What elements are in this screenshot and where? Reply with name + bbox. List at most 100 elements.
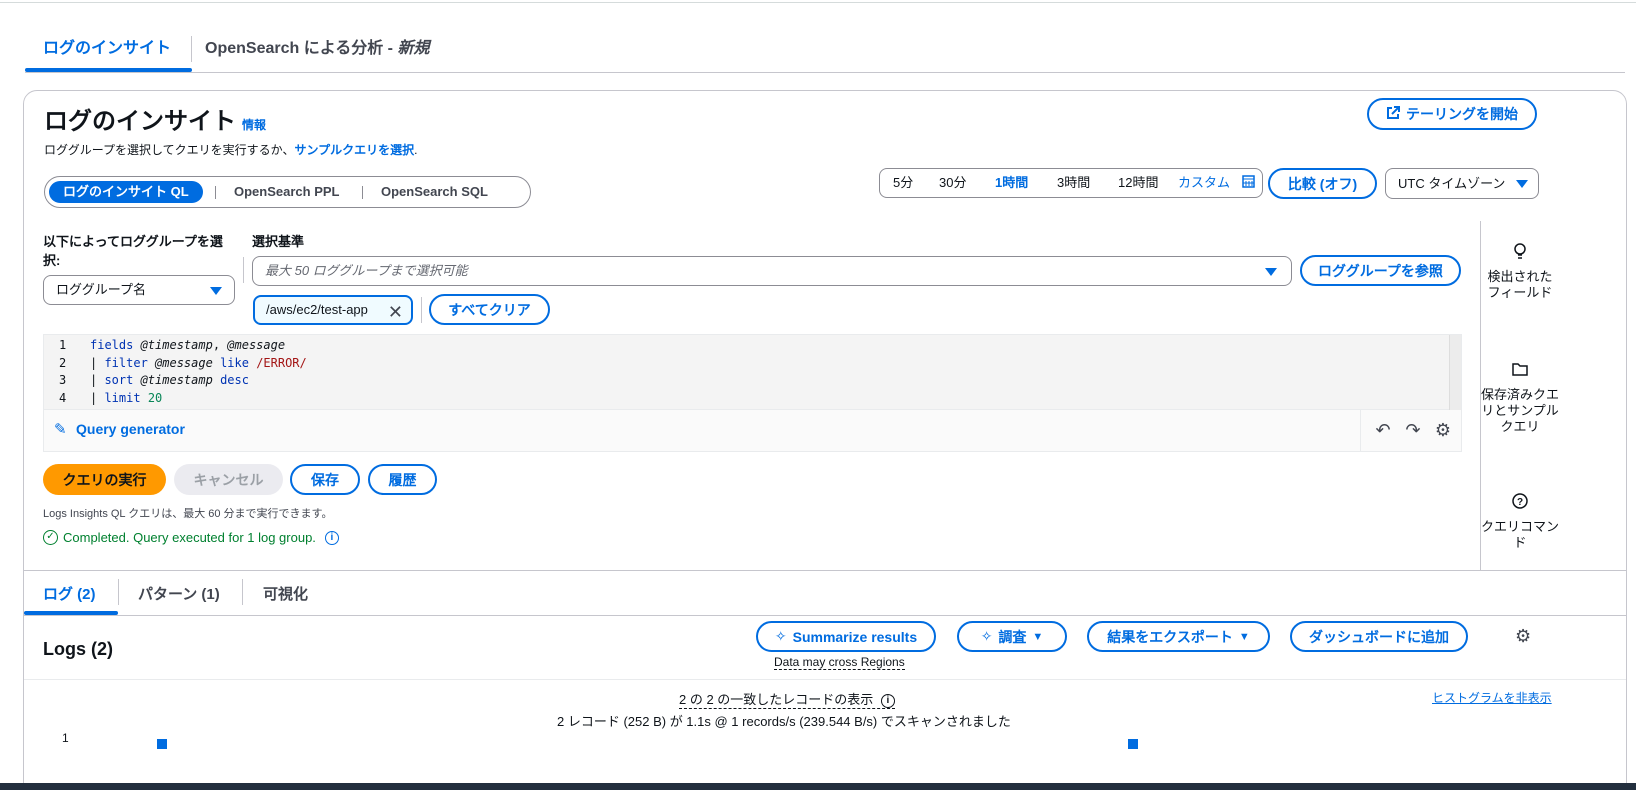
logs-insights-panel: ログのインサイト 情報 ロググループを選択してクエリを実行するか、サンプルクエリ… bbox=[23, 90, 1627, 790]
chevron-down-icon bbox=[1265, 268, 1277, 276]
browse-log-groups-button[interactable]: ロググループを参照 bbox=[1300, 255, 1461, 286]
subtitle-text: ロググループを選択してクエリを実行するか、 bbox=[44, 143, 295, 157]
select-by-dropdown[interactable]: ロググループ名 bbox=[43, 275, 235, 305]
summarize-label: Summarize results bbox=[792, 628, 918, 645]
time-option-1h[interactable]: 1時間 bbox=[995, 169, 1028, 197]
segment-opensearch-sql[interactable]: OpenSearch SQL bbox=[367, 181, 502, 203]
divider bbox=[421, 297, 422, 323]
query-generator-label: Query generator bbox=[76, 421, 185, 437]
caret-down-icon: ▼ bbox=[1032, 630, 1044, 643]
active-tab-indicator bbox=[25, 68, 192, 72]
histogram-bar[interactable] bbox=[157, 739, 167, 749]
start-tailing-button[interactable]: テーリングを開始 bbox=[1367, 98, 1537, 130]
save-button[interactable]: 保存 bbox=[290, 464, 360, 495]
status-message: ✓ Completed. Query executed for 1 log gr… bbox=[43, 530, 339, 545]
chevron-down-icon bbox=[1516, 180, 1528, 188]
log-group-criteria-input[interactable]: 最大 50 ロググループまで選択可能 bbox=[252, 256, 1292, 286]
time-option-custom[interactable]: カスタム bbox=[1178, 169, 1255, 198]
tab-opensearch-analysis[interactable]: OpenSearch による分析 - 新規 bbox=[205, 34, 429, 72]
query-generator-button[interactable]: ✎ Query generator bbox=[54, 421, 185, 438]
settings-icon[interactable]: ⚙ bbox=[1515, 626, 1531, 647]
add-to-dashboard-button[interactable]: ダッシュボードに追加 bbox=[1290, 621, 1468, 652]
log-group-token: /aws/ec2/test-app ✕ bbox=[253, 295, 413, 325]
scanned-records: 2 レコード (252 B) が 1.1s @ 1 records/s (239… bbox=[557, 714, 1011, 729]
investigate-button[interactable]: ✧ 調査 ▼ bbox=[957, 621, 1067, 652]
folder-icon bbox=[1481, 361, 1559, 381]
segment-logs-insights-ql[interactable]: ログのインサイト QL bbox=[49, 181, 203, 203]
page-subtitle: ロググループを選択してクエリを実行するか、サンプルクエリを選択. bbox=[44, 141, 417, 158]
tab-separator bbox=[118, 579, 119, 605]
magic-wand-icon: ✎ bbox=[54, 421, 67, 438]
line-number: 4 bbox=[59, 390, 67, 405]
criteria-label: 選択基準 bbox=[252, 234, 305, 249]
line-number: 2 bbox=[59, 355, 67, 370]
subtitle-end: . bbox=[414, 143, 418, 157]
time-option-30m[interactable]: 30分 bbox=[939, 169, 966, 197]
saved-queries-tool[interactable]: 保存済みクエリとサンプルクエリ bbox=[1481, 361, 1559, 435]
line-number: 3 bbox=[59, 373, 67, 387]
export-results-button[interactable]: 結果をエクスポート ▼ bbox=[1087, 621, 1270, 652]
start-tailing-label: テーリングを開始 bbox=[1406, 106, 1518, 122]
discovered-fields-label: 検出されたフィールド bbox=[1487, 269, 1553, 300]
criteria-placeholder: 最大 50 ロググループまで選択可能 bbox=[265, 263, 468, 278]
tab-new-label: 新規 bbox=[397, 40, 430, 57]
svg-text:?: ? bbox=[1517, 497, 1523, 508]
top-tabs: ログのインサイト OpenSearch による分析 - 新規 bbox=[25, 34, 1625, 73]
histogram-bar[interactable] bbox=[1128, 739, 1138, 749]
discovered-fields-tool[interactable]: 検出されたフィールド bbox=[1481, 243, 1559, 301]
tab-visualization[interactable]: 可視化 bbox=[263, 583, 308, 604]
cross-regions-note[interactable]: Data may cross Regions bbox=[774, 655, 905, 670]
redo-icon[interactable]: ↷ bbox=[1403, 418, 1423, 442]
time-option-5m[interactable]: 5分 bbox=[893, 169, 913, 197]
segment-separator bbox=[215, 186, 216, 199]
compare-button[interactable]: 比較 (オフ) bbox=[1268, 168, 1377, 199]
time-option-12h[interactable]: 12時間 bbox=[1118, 169, 1158, 197]
select-by-value: ロググループ名 bbox=[56, 282, 146, 297]
external-link-icon bbox=[1386, 105, 1400, 123]
tab-patterns[interactable]: パターン (1) bbox=[138, 583, 220, 604]
active-tab-indicator bbox=[24, 611, 118, 615]
segment-opensearch-ppl[interactable]: OpenSearch PPL bbox=[220, 181, 353, 203]
clear-all-button[interactable]: すべてクリア bbox=[429, 294, 550, 325]
timezone-select[interactable]: UTC タイムゾーン bbox=[1385, 168, 1539, 199]
export-label: 結果をエクスポート bbox=[1107, 628, 1233, 645]
chevron-down-icon bbox=[210, 287, 222, 295]
matched-records[interactable]: 2 の 2 の一致したレコードの表示 i bbox=[679, 689, 895, 709]
tab-logs-insights[interactable]: ログのインサイト bbox=[43, 34, 171, 72]
query-commands-label: クエリコマンド bbox=[1481, 519, 1560, 550]
sample-query-link[interactable]: サンプルクエリを選択 bbox=[294, 143, 414, 157]
query-commands-tool[interactable]: ? クエリコマンド bbox=[1481, 493, 1559, 551]
tab-logs-insights-label: ログのインサイト bbox=[43, 40, 172, 57]
bottom-bar bbox=[0, 783, 1636, 790]
editor-toolbar: ↶ ↷ ⚙ bbox=[1373, 418, 1453, 442]
hide-histogram-link[interactable]: ヒストグラムを非表示 bbox=[1432, 689, 1552, 706]
timezone-value: UTC タイムゾーン bbox=[1398, 176, 1506, 191]
histogram-y-tick: 1 bbox=[62, 731, 69, 745]
run-query-button[interactable]: クエリの実行 bbox=[43, 464, 166, 495]
settings-icon[interactable]: ⚙ bbox=[1433, 418, 1453, 442]
info-icon[interactable]: i bbox=[324, 530, 339, 545]
info-link[interactable]: 情報 bbox=[242, 116, 266, 133]
status-text: Completed. Query executed for 1 log grou… bbox=[63, 530, 316, 545]
query-language-selector: ログのインサイト QL OpenSearch PPL OpenSearch SQ… bbox=[44, 176, 531, 208]
token-label: /aws/ec2/test-app bbox=[266, 302, 368, 317]
select-by-label: 以下によってロググループを選択: bbox=[43, 234, 223, 268]
summarize-results-button[interactable]: ✧ Summarize results bbox=[756, 621, 936, 652]
check-circle-icon: ✓ bbox=[43, 530, 58, 545]
history-button[interactable]: 履歴 bbox=[368, 464, 437, 495]
results-tabs: ログ (2) パターン (1) 可視化 bbox=[24, 570, 1626, 616]
close-icon[interactable]: ✕ bbox=[388, 299, 403, 325]
editor-scrollbar[interactable] bbox=[1449, 335, 1461, 411]
cancel-button[interactable]: キャンセル bbox=[174, 464, 283, 495]
tab-separator bbox=[191, 36, 192, 62]
tab-logs[interactable]: ログ (2) bbox=[43, 583, 96, 604]
undo-icon[interactable]: ↶ bbox=[1373, 418, 1393, 442]
page-title: ログのインサイト bbox=[44, 108, 236, 135]
sparkle-icon: ✧ bbox=[980, 628, 993, 644]
query-editor[interactable]: 1 fields @timestamp, @message 2 | filter @m… bbox=[43, 334, 1462, 411]
time-range-selector: 5分 30分 1時間 3時間 12時間 カスタム bbox=[879, 168, 1263, 198]
logs-title: Logs (2) bbox=[43, 639, 113, 659]
code-text: | filter @message like /ERROR/ bbox=[90, 355, 307, 370]
divider bbox=[243, 257, 244, 283]
time-option-3h[interactable]: 3時間 bbox=[1057, 169, 1090, 197]
